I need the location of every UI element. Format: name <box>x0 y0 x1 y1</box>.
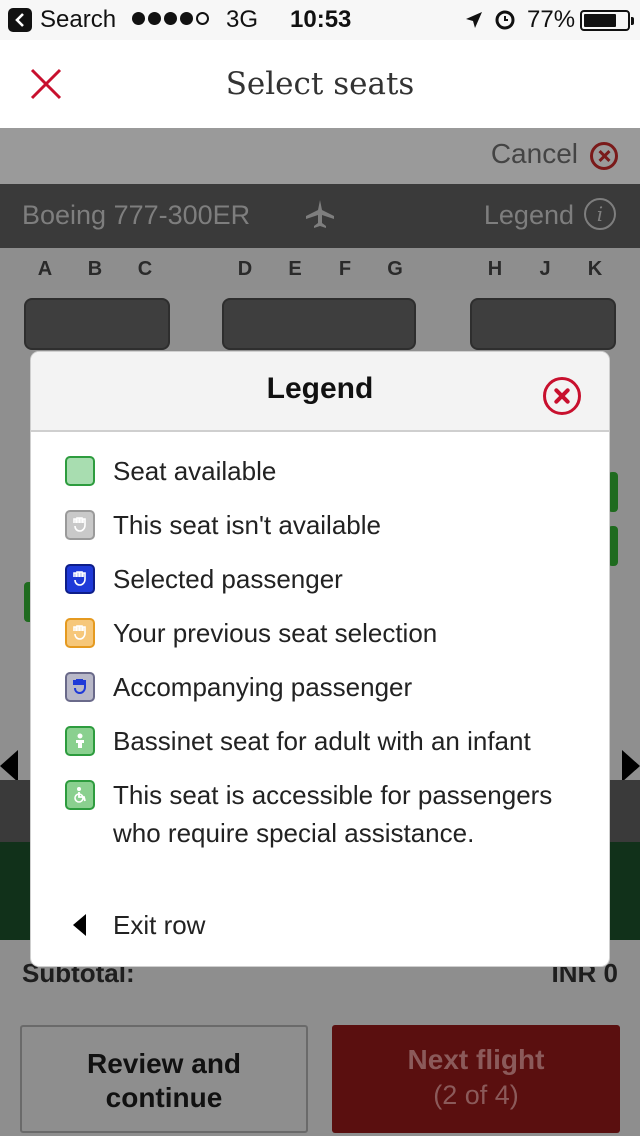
network-type: 3G <box>226 6 259 33</box>
seat-column-header: A B C D E F G H J K <box>0 248 640 290</box>
legend-dialog: Legend Seat available This seat isn't av… <box>31 352 609 966</box>
info-icon[interactable]: i <box>584 198 616 230</box>
column-letter: A <box>37 258 53 280</box>
seat-available[interactable] <box>608 472 618 512</box>
accompanying-passenger-icon <box>65 672 95 702</box>
airplane-icon <box>304 198 336 235</box>
legend-item-label: Your previous seat selection <box>113 618 438 648</box>
legend-item-label: Seat available <box>113 456 277 486</box>
next-flight-button[interactable]: Next flight (2 of 4) <box>332 1025 620 1133</box>
accessible-seat-icon <box>65 780 95 810</box>
back-to-app-icon[interactable] <box>8 8 32 32</box>
column-letter: C <box>137 258 153 280</box>
selected-passenger-icon <box>65 564 95 594</box>
next-button-line1: Next flight <box>407 1044 545 1075</box>
legend-link[interactable]: Legend <box>484 200 574 231</box>
exit-row-left-icon <box>0 750 18 782</box>
bassinet-seat-icon <box>65 726 95 756</box>
legend-item-label: This seat isn't available <box>113 510 381 540</box>
column-letter: B <box>87 258 103 280</box>
legend-item-label: Accompanying passenger <box>113 672 413 702</box>
page-title: Select seats <box>225 66 415 102</box>
seat-block-left[interactable] <box>24 298 170 350</box>
close-legend-icon[interactable] <box>543 377 581 415</box>
exit-row-right-icon <box>622 750 640 782</box>
column-letter: D <box>237 258 253 280</box>
legend-item-label: This seat is accessible for passengers w… <box>113 780 553 848</box>
seat-available[interactable] <box>608 526 618 566</box>
legend-dialog-title: Legend <box>266 372 374 405</box>
review-button-line1: Review and <box>86 1048 242 1079</box>
alarm-clock-icon <box>494 8 516 35</box>
column-letter: G <box>387 258 403 280</box>
cancel-circle-icon[interactable] <box>590 142 618 170</box>
signal-strength-icon <box>132 12 209 25</box>
cancel-button-label[interactable]: Cancel <box>491 138 578 170</box>
legend-item-label: Exit row <box>113 910 206 940</box>
legend-item-label: Selected passenger <box>113 564 343 594</box>
cancel-bar: Cancel <box>0 128 640 184</box>
status-bar: Search 3G 10:53 77% <box>0 0 640 40</box>
clock: 10:53 <box>290 6 352 33</box>
column-letter: E <box>288 258 302 280</box>
legend-dialog-header: Legend <box>31 352 609 432</box>
column-letter: K <box>587 258 603 280</box>
seat-available-icon <box>65 456 95 486</box>
previous-selection-icon <box>65 618 95 648</box>
review-button-line2: continue <box>105 1082 223 1113</box>
location-arrow-icon <box>464 10 484 35</box>
review-and-continue-button[interactable]: Review and continue <box>20 1025 308 1133</box>
legend-item-label: Bassinet seat for adult with an infant <box>113 726 531 756</box>
battery-percent: 77% <box>527 6 576 33</box>
next-button-line2: (2 of 4) <box>433 1080 519 1110</box>
column-letter: J <box>539 258 551 280</box>
navigation-bar: Select seats <box>0 40 640 128</box>
seat-block-right[interactable] <box>470 298 616 350</box>
column-letter: H <box>487 258 503 280</box>
exit-row-icon <box>65 910 95 940</box>
back-app-label[interactable]: Search <box>40 6 116 34</box>
seat-unavailable-icon <box>65 510 95 540</box>
aircraft-type: Boeing 777-300ER <box>22 200 251 230</box>
seat-block-center[interactable] <box>222 298 416 350</box>
battery-icon <box>580 10 634 31</box>
column-letter: F <box>338 258 352 280</box>
